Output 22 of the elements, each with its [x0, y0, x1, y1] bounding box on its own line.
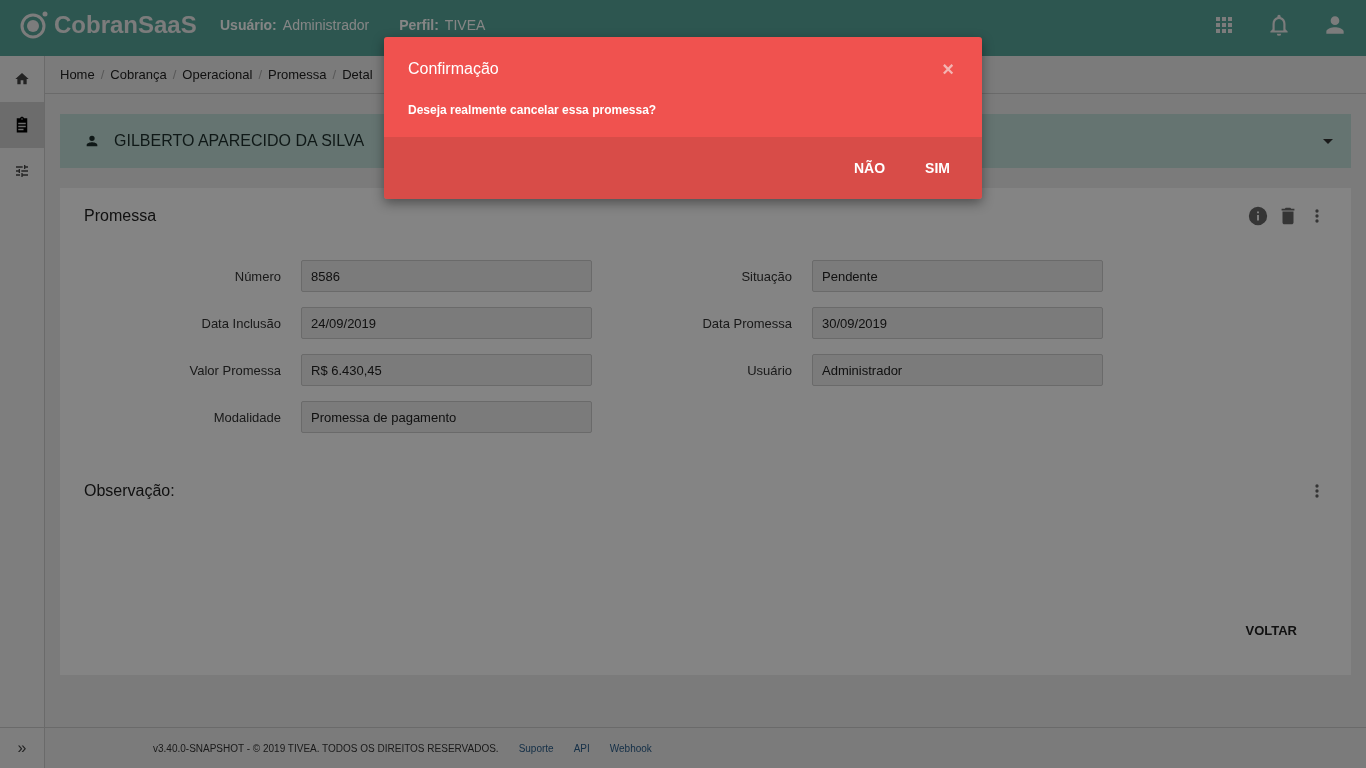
- user-name: Administrador: [282, 17, 370, 33]
- field-label: Usuário: [746, 362, 792, 378]
- field-label: Valor Promessa: [188, 362, 281, 378]
- copyright-text: v3.40.0-SNAPSHOT - © 2019 TIVEA. TODOS OS DIREITOS RESERVADOS.: [153, 742, 499, 754]
- breadcrumb-separator: /: [100, 67, 105, 82]
- client-name: GILBERTO APARECIDO DA SILVA: [114, 132, 365, 150]
- breadcrumb-separator: /: [172, 67, 177, 82]
- field-label: Data Inclusão: [200, 315, 281, 331]
- field-label: Modalidade: [212, 409, 281, 425]
- dialog-title: Confirmação: [408, 60, 499, 78]
- section-title: Observação:: [84, 482, 175, 500]
- field-label: Número: [233, 268, 281, 284]
- app-logo: CobranSaaS: [54, 11, 197, 39]
- dialog-message: Deseja realmente cancelar essa promessa?: [408, 103, 658, 117]
- profile-name: TIVEA: [444, 17, 486, 33]
- profile-label: Perfil:: [399, 17, 439, 33]
- breadcrumb-separator: /: [332, 67, 337, 82]
- field-label: Data Promessa: [701, 315, 792, 331]
- user-label: Usuário:: [220, 17, 277, 33]
- card-title: Promessa: [84, 207, 157, 225]
- breadcrumb-separator: /: [258, 67, 263, 82]
- field-label: Situação: [740, 268, 792, 284]
